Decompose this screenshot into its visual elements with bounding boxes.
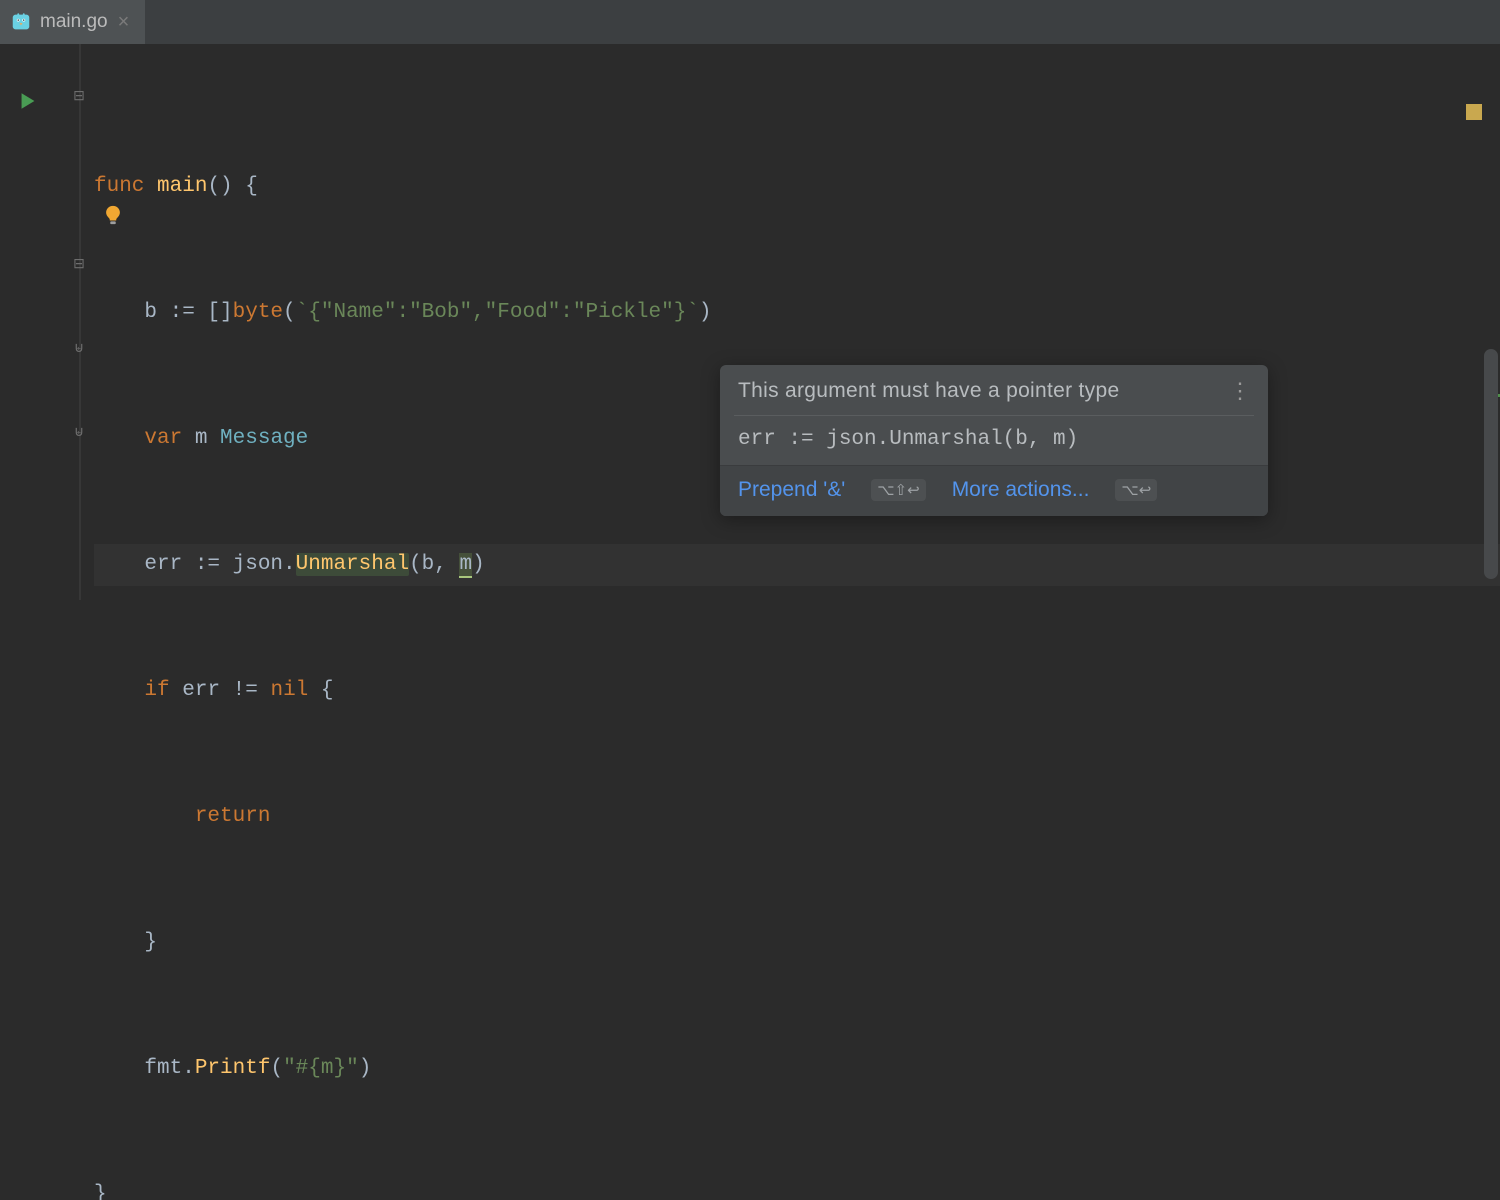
kebab-menu-icon[interactable]: ⋮ — [1229, 386, 1252, 396]
go-file-icon — [10, 11, 32, 33]
scrollbar-thumb[interactable] — [1484, 349, 1498, 579]
gutter: ⊟ ⊟ ⊌ ⊌ — [0, 44, 90, 600]
code-line: b := []byte(`{"Name":"Bob","Food":"Pickl… — [94, 292, 1500, 334]
file-tab[interactable]: main.go × — [0, 0, 145, 44]
close-icon[interactable]: × — [116, 11, 132, 34]
tab-filename: main.go — [40, 11, 108, 33]
shortcut-badge: ⌥↩ — [1115, 479, 1157, 501]
code-line: if err != nil { — [94, 670, 1500, 712]
tab-bar: main.go × — [0, 0, 1500, 44]
run-icon[interactable] — [20, 92, 36, 117]
tooltip-title: This argument must have a pointer type — [738, 379, 1119, 403]
tooltip-code: err := json.Unmarshal(b, m) — [720, 416, 1268, 465]
code-line: fmt.Printf("#{m}") — [94, 1048, 1500, 1090]
tooltip-actions: Prepend '&' ⌥⇧↩ More actions... ⌥↩ — [720, 465, 1268, 516]
inspection-tooltip: This argument must have a pointer type ⋮… — [720, 365, 1268, 516]
fold-icon[interactable]: ⊟ — [72, 90, 86, 104]
prepend-action[interactable]: Prepend '&' — [738, 478, 845, 502]
code-line-active: err := json.Unmarshal(b, m) — [94, 544, 1500, 586]
code-line: } — [94, 1174, 1500, 1200]
fold-end-icon[interactable]: ⊌ — [72, 342, 86, 356]
more-actions[interactable]: More actions... — [952, 478, 1090, 502]
shortcut-badge: ⌥⇧↩ — [871, 479, 925, 501]
code-line: return — [94, 796, 1500, 838]
editor[interactable]: ⊟ ⊟ ⊌ ⊌ func main() { b := []byte(`{"Nam… — [0, 44, 1500, 600]
intention-bulb-icon[interactable] — [102, 204, 124, 233]
warning-marker[interactable] — [1466, 104, 1482, 120]
code-area[interactable]: func main() { b := []byte(`{"Name":"Bob"… — [90, 44, 1500, 600]
code-line: func main() { — [94, 166, 1500, 208]
code-line: } — [94, 922, 1500, 964]
fold-icon[interactable]: ⊟ — [72, 258, 86, 272]
fold-end-icon[interactable]: ⊌ — [72, 426, 86, 440]
